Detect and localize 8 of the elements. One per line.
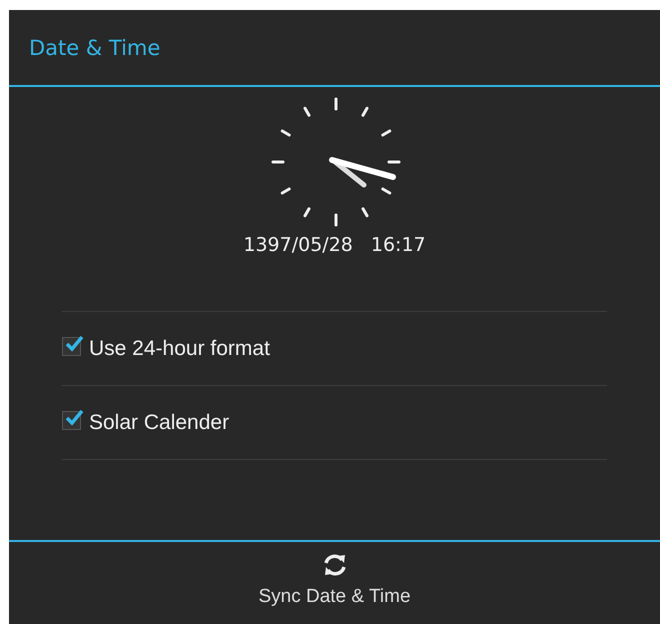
option-label[interactable]: Use 24-hour format (89, 336, 270, 360)
date-text: 1397/05/28 (243, 234, 353, 256)
dialog-title: Date & Time (29, 36, 160, 60)
checkbox[interactable] (62, 337, 81, 356)
option-label[interactable]: Solar Calender (89, 410, 230, 434)
sync-button[interactable]: Sync Date & Time (252, 542, 417, 624)
time-text: 16:17 (370, 234, 426, 256)
checkbox[interactable] (62, 411, 81, 430)
